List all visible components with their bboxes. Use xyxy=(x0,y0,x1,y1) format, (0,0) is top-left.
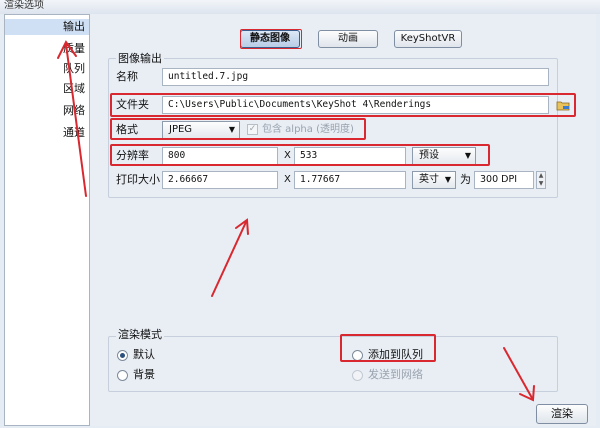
arrow-to-settings xyxy=(211,221,247,297)
arrow-to-output xyxy=(65,43,87,197)
annotation-arrows xyxy=(57,40,535,402)
arrow-to-render xyxy=(503,347,533,399)
